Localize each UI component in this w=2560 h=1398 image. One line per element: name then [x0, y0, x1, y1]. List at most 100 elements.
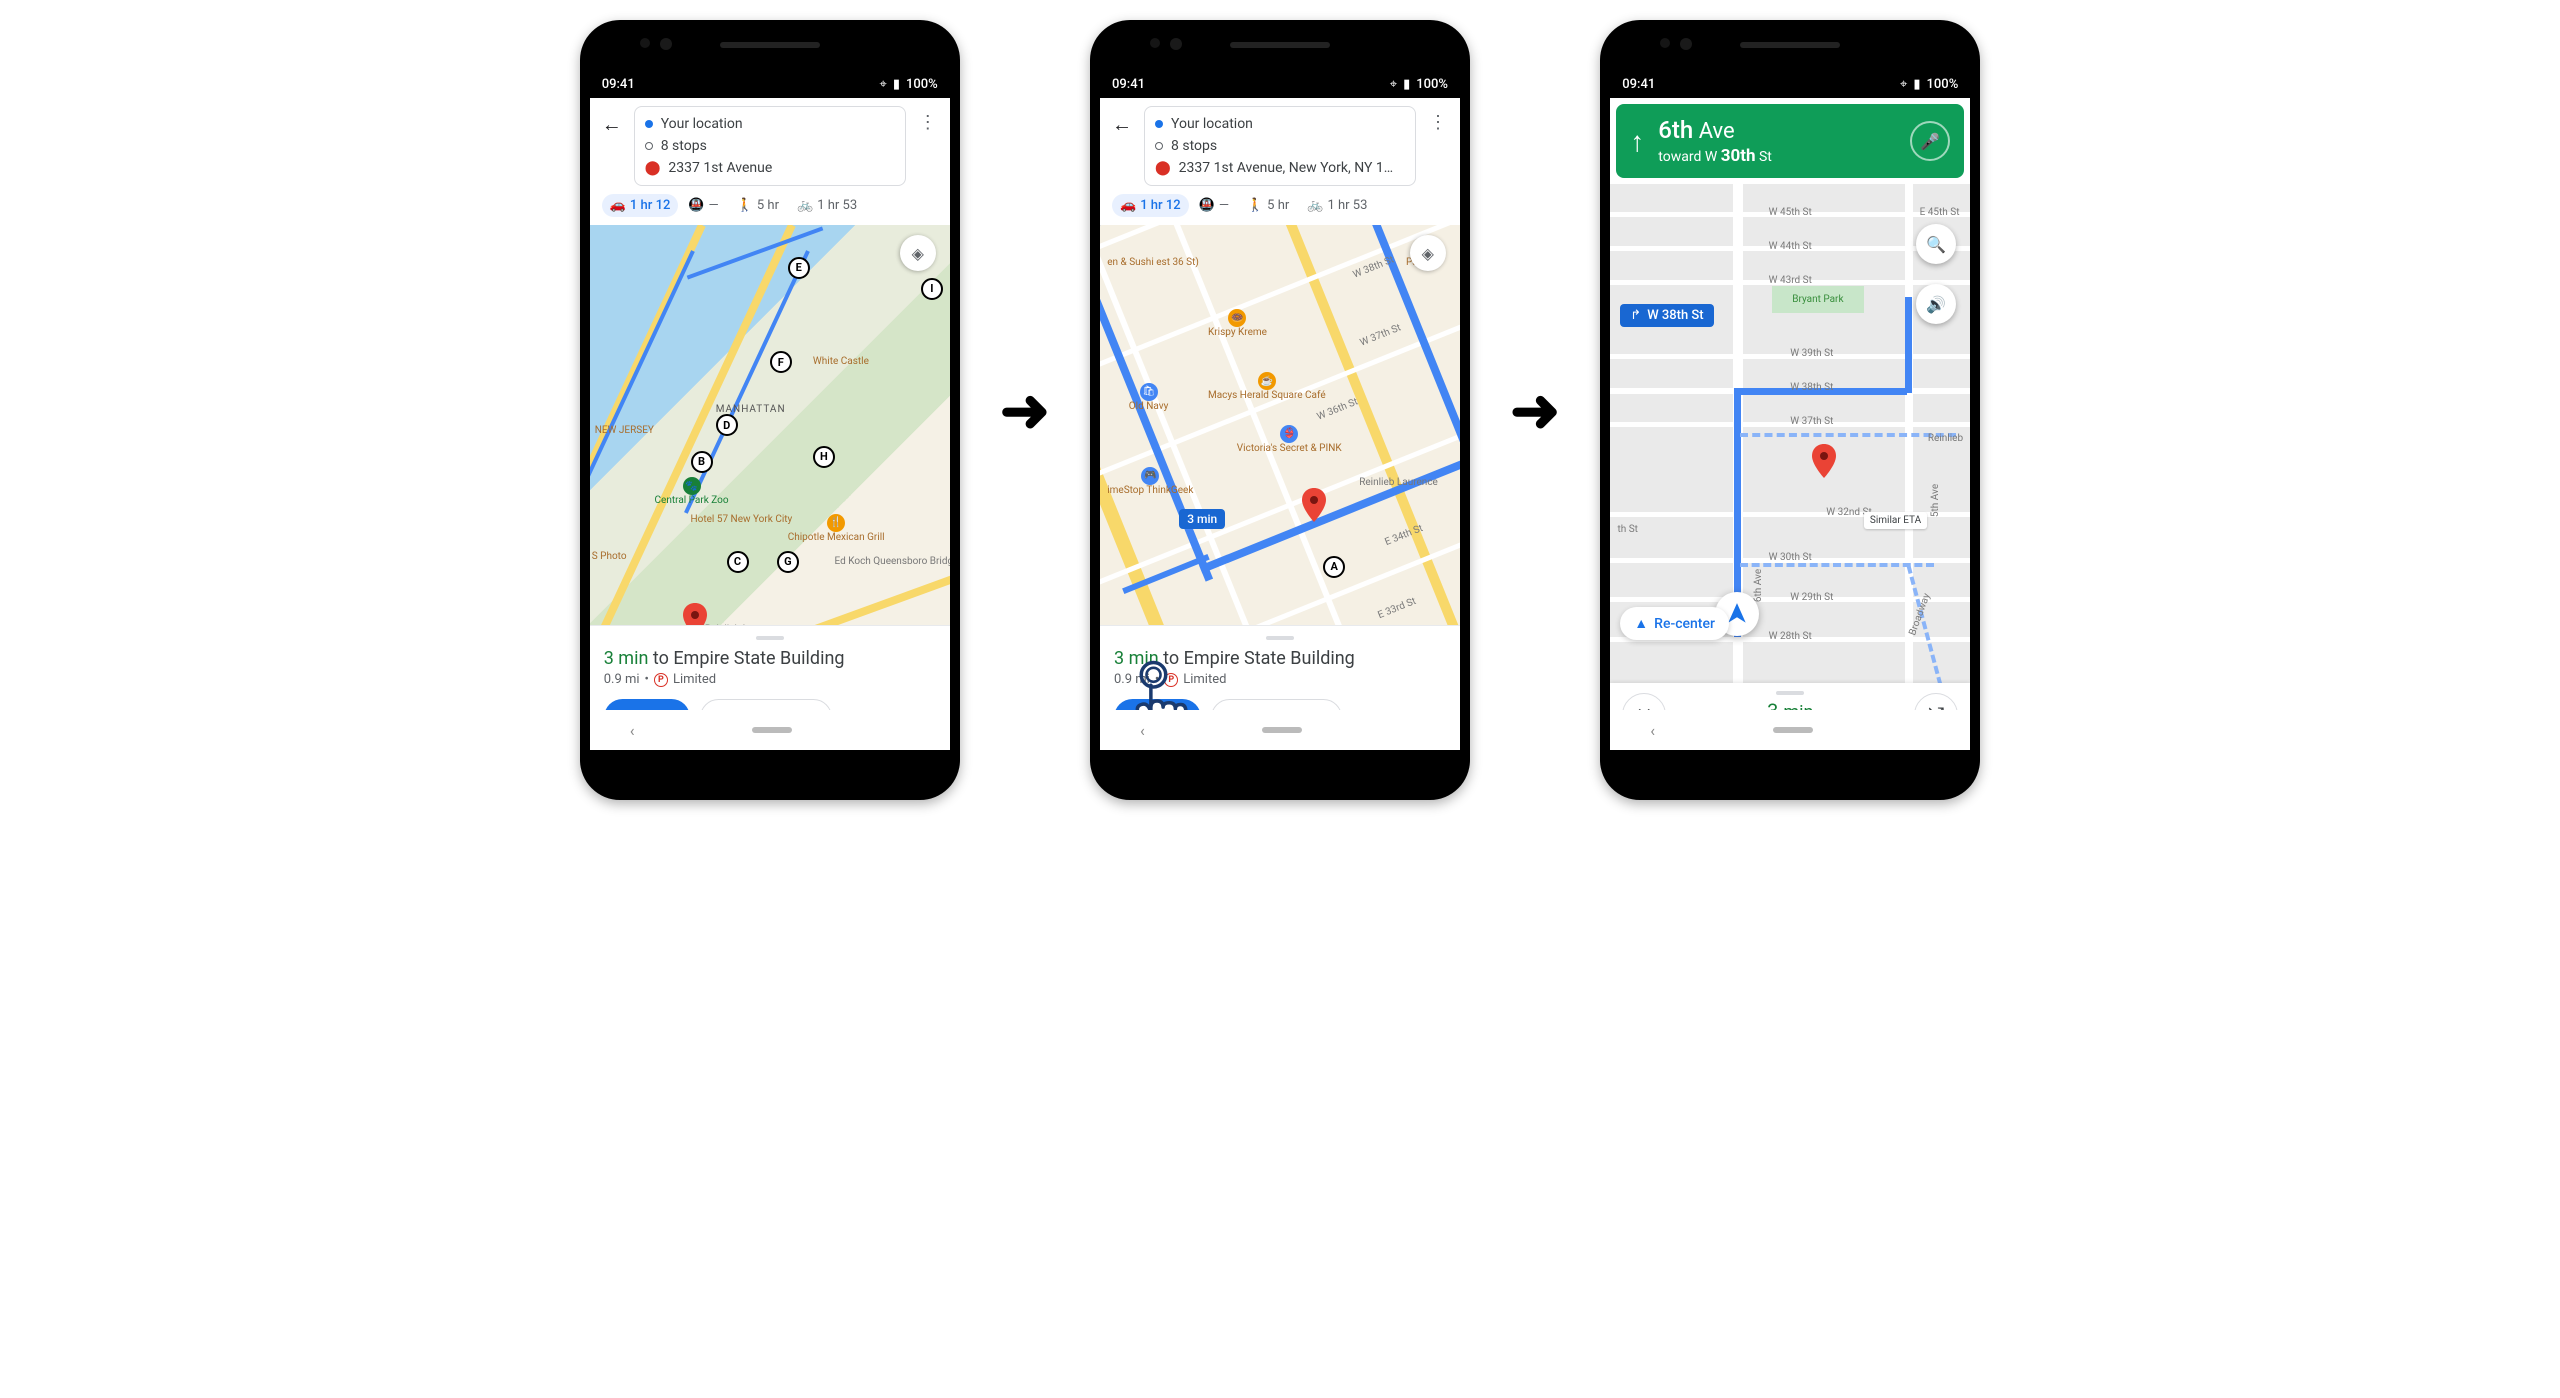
nav-back[interactable]: ‹	[1650, 721, 1655, 740]
status-bar: 09:41 ⌖ ▮ 100%	[590, 70, 950, 98]
street-label: W 43rd St	[1769, 275, 1812, 286]
status-time: 09:41	[602, 77, 635, 92]
battery-icon: ▮	[893, 77, 900, 92]
bike-icon: 🚲	[1307, 198, 1323, 213]
waypoint[interactable]: H	[813, 446, 835, 468]
route-card[interactable]: Your location 8 stops ⬤ 2337 1st Avenue	[634, 106, 906, 186]
overflow-menu[interactable]: ⋮	[1426, 106, 1450, 133]
poi-label: Hotel 57 New York City	[691, 514, 793, 525]
street-label: W 28th St	[1769, 631, 1812, 642]
battery-icon: ▮	[1403, 77, 1410, 92]
nav-street: 6th Ave	[1658, 116, 1896, 144]
phone-screen-2: 09:41 ⌖▮100% ← Your location 8 stops ⬤23…	[1090, 20, 1470, 800]
tab-walk[interactable]: 🚶5 hr	[729, 194, 787, 217]
tab-walk[interactable]: 🚶5 hr	[1239, 194, 1297, 217]
waypoint[interactable]: A	[1323, 556, 1345, 578]
waypoint[interactable]: C	[727, 551, 749, 573]
recenter-button[interactable]: ▲Re-center	[1620, 607, 1729, 640]
street-label: W 37th St	[1790, 416, 1833, 427]
transition-arrow: ➜	[1000, 375, 1050, 446]
nav-home[interactable]	[1262, 727, 1302, 733]
tab-transit[interactable]: 🚇—	[1191, 194, 1237, 217]
layers-button[interactable]: ◈	[892, 228, 943, 279]
tab-bike[interactable]: 🚲1 hr 53	[1299, 194, 1375, 217]
back-button[interactable]: ←	[600, 106, 624, 137]
waypoint[interactable]: F	[770, 351, 792, 373]
street-label: W 30th St	[1769, 552, 1812, 563]
parking-status: Limited	[1183, 672, 1226, 687]
speaker-icon: 🔊	[1926, 295, 1946, 314]
poi-label: Old Navy	[1129, 401, 1169, 412]
poi-label: Ed Koch Queensboro Bridge	[835, 556, 950, 567]
overflow-menu[interactable]: ⋮	[916, 106, 940, 133]
waypoint[interactable]: G	[777, 551, 799, 573]
next-turn-badge[interactable]: ↱W 38th St	[1620, 304, 1713, 327]
poi-label: en & Sushi est 36 St)	[1107, 257, 1199, 268]
android-navbar: ‹	[1610, 710, 1970, 750]
route-to: 2337 1st Avenue, New York, NY 1…	[1179, 160, 1393, 176]
walk-icon: 🚶	[1247, 198, 1263, 213]
nav-back[interactable]: ‹	[630, 721, 635, 740]
distance: 0.9 mi	[604, 672, 640, 687]
eta-dest: to Empire State Building	[648, 648, 844, 669]
audio-button[interactable]: 🔊	[1916, 284, 1956, 324]
street-label: 5th Ave	[1930, 484, 1941, 517]
search-icon: 🔍	[1926, 235, 1946, 254]
waypoint[interactable]: E	[788, 257, 810, 279]
phone-screen-3: 09:41 ⌖▮100% ↑ 6th Ave toward W 30th St …	[1600, 20, 1980, 800]
voice-button[interactable]: 🎤	[1910, 121, 1950, 161]
destination-pin[interactable]	[1302, 488, 1326, 522]
sheet-handle[interactable]	[756, 636, 784, 640]
transition-arrow: ➜	[1510, 375, 1560, 446]
tab-bike[interactable]: 🚲1 hr 53	[789, 194, 865, 217]
poi-label: Krispy Kreme	[1208, 327, 1267, 338]
nav-arrow-icon: ▲	[1634, 615, 1648, 632]
waypoint[interactable]: B	[691, 451, 713, 473]
sheet-handle[interactable]	[1266, 636, 1294, 640]
alt-route-badge[interactable]: Similar ETA	[1864, 512, 1927, 529]
search-button[interactable]: 🔍	[1916, 224, 1956, 264]
mic-icon: 🎤	[1920, 132, 1940, 151]
pin-icon: ⬤	[645, 160, 661, 176]
street-label: E 45th St	[1920, 207, 1960, 218]
tab-transit[interactable]: 🚇—	[680, 194, 726, 217]
eta-badge: 3 min	[1179, 509, 1225, 529]
route-stops: 8 stops	[661, 138, 707, 154]
nav-toward: toward W 30th St	[1658, 146, 1896, 166]
android-navbar: ‹	[590, 710, 950, 750]
location-icon: ⌖	[1900, 77, 1907, 92]
route-card[interactable]: Your location 8 stops ⬤ 2337 1st Avenue, …	[1144, 106, 1416, 186]
pin-icon: ⬤	[1155, 160, 1171, 176]
route-to: 2337 1st Avenue	[668, 160, 772, 176]
street-label: 6th Ave	[1753, 569, 1764, 602]
poi-label: Reinlieb Laurence	[1359, 477, 1438, 488]
poi-label: Macys Herald Square Café	[1208, 390, 1326, 401]
transit-icon: 🚇	[688, 198, 704, 213]
parking-icon: P	[654, 673, 668, 687]
route-from: Your location	[661, 116, 743, 132]
parking-icon: P	[1164, 673, 1178, 687]
back-button[interactable]: ←	[1110, 106, 1134, 137]
destination-pin[interactable]	[1812, 444, 1836, 478]
car-icon: 🚗	[1120, 198, 1136, 213]
battery-pct: 100%	[1927, 77, 1959, 92]
status-time: 09:41	[1112, 77, 1145, 92]
nav-direction-banner[interactable]: ↑ 6th Ave toward W 30th St 🎤	[1616, 104, 1964, 178]
nav-home[interactable]	[752, 727, 792, 733]
sheet-handle[interactable]	[1776, 691, 1804, 695]
tab-drive[interactable]: 🚗1 hr 12	[1112, 194, 1189, 217]
distance: 0.9 mi	[1114, 672, 1150, 687]
location-icon: ⌖	[1390, 77, 1397, 92]
park-label: Bryant Park	[1772, 286, 1863, 313]
parking-status: Limited	[673, 672, 716, 687]
route-stops: 8 stops	[1171, 138, 1217, 154]
nav-home[interactable]	[1773, 727, 1813, 733]
waypoint[interactable]: I	[921, 278, 943, 300]
tab-drive[interactable]: 🚗1 hr 12	[602, 194, 679, 217]
bike-icon: 🚲	[797, 198, 813, 213]
poi-label: S Photo	[592, 551, 627, 562]
waypoint[interactable]: D	[716, 414, 738, 436]
nav-back[interactable]: ‹	[1140, 721, 1145, 740]
route-from: Your location	[1171, 116, 1253, 132]
street-label: W 39th St	[1790, 348, 1833, 359]
